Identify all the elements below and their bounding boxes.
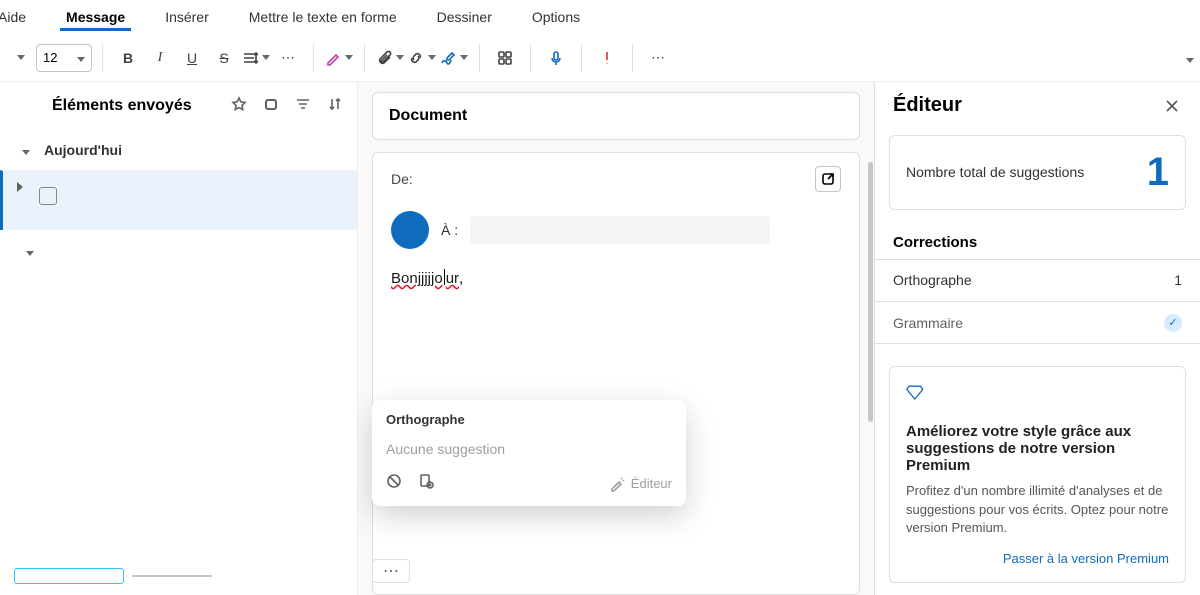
dictionary-add-icon: [418, 473, 434, 489]
main-area: Éléments envoyés Aujourd'hui Do: [0, 82, 1200, 595]
premium-promo: Améliorez votre style grâce aux suggesti…: [889, 366, 1186, 583]
compose-card: De: À : Bonjjjjjour,: [372, 152, 860, 595]
close-icon: [1164, 98, 1180, 114]
exclamation-icon: [599, 50, 615, 66]
pen-button[interactable]: [324, 42, 354, 74]
premium-cta-link[interactable]: Passer à la version Premium: [906, 551, 1169, 566]
tab-message[interactable]: Message: [60, 3, 131, 31]
line-spacing-icon: [242, 50, 258, 66]
font-face-dropdown[interactable]: [4, 42, 34, 74]
spelling-row[interactable]: Orthographe 1: [875, 259, 1200, 302]
pen-sparkle-icon: [609, 476, 625, 492]
pen-icon: [325, 50, 341, 66]
apps-icon: [497, 50, 513, 66]
editor-pane: Éditeur Nombre total de suggestions 1 Co…: [874, 82, 1200, 595]
popup-editor-label: Éditeur: [631, 476, 672, 491]
document-header: Document: [372, 92, 860, 140]
document-title: Document: [389, 107, 467, 125]
diamond-icon: [906, 383, 1169, 411]
grammar-label: Grammaire: [893, 315, 963, 331]
add-to-dictionary-button[interactable]: [418, 473, 434, 494]
ignore-icon: [386, 473, 402, 489]
group-today[interactable]: Aujourd'hui: [0, 130, 357, 170]
link-button[interactable]: [407, 42, 437, 74]
select-checkbox[interactable]: [39, 187, 57, 205]
popup-title: Orthographe: [386, 412, 672, 427]
no-suggestion-text: Aucune suggestion: [386, 441, 672, 457]
apps-button[interactable]: [490, 42, 520, 74]
reading-pane: Document De: À : Bonjjjjjour, Orthograph…: [358, 82, 874, 595]
tab-inserer[interactable]: Insérer: [159, 3, 215, 31]
spelling-count: 1: [1174, 272, 1182, 288]
avatar: [391, 211, 429, 249]
ribbon-tabs: Aide Message Insérer Mettre le texte en …: [0, 0, 1200, 34]
from-field[interactable]: [439, 165, 807, 193]
line-spacing-button[interactable]: [241, 42, 271, 74]
star-icon[interactable]: [231, 96, 247, 117]
attach-button[interactable]: [375, 42, 405, 74]
tab-format[interactable]: Mettre le texte en forme: [243, 3, 403, 31]
body-suffix: ,: [459, 270, 463, 287]
paperclip-icon: [376, 50, 392, 66]
italic-button[interactable]: I: [145, 42, 175, 74]
signature-icon: [440, 50, 456, 66]
font-size-value: 12: [43, 50, 57, 65]
tab-aide[interactable]: Aide: [0, 3, 32, 31]
message-item[interactable]: [0, 170, 357, 230]
popout-button[interactable]: [815, 166, 841, 192]
chevron-right-icon: [17, 179, 23, 197]
message-body[interactable]: Bonjjjjjour,: [373, 261, 859, 305]
tab-dessiner[interactable]: Dessiner: [431, 3, 498, 31]
draft-dash: [132, 575, 212, 577]
corrections-title: Corrections: [875, 216, 1200, 259]
tab-options[interactable]: Options: [526, 3, 586, 31]
total-suggestions-card[interactable]: Nombre total de suggestions 1: [889, 135, 1186, 210]
draft-pill: [14, 568, 124, 584]
folder-title: Éléments envoyés: [52, 97, 192, 115]
importance-button[interactable]: [592, 42, 622, 74]
draft-chip: [14, 565, 234, 587]
bold-button[interactable]: B: [113, 42, 143, 74]
filter-icon[interactable]: [295, 96, 311, 117]
scrollbar-thumb[interactable]: [868, 162, 873, 422]
message-list-pane: Éléments envoyés Aujourd'hui: [0, 82, 358, 595]
grammar-row[interactable]: Grammaire ✓: [875, 302, 1200, 345]
check-icon: ✓: [1164, 314, 1182, 332]
dictate-button[interactable]: [541, 42, 571, 74]
spelling-label: Orthographe: [893, 272, 972, 288]
promo-body: Profitez d'un nombre illimité d'analyses…: [906, 482, 1169, 537]
ignore-button[interactable]: [386, 473, 402, 494]
close-button[interactable]: [1162, 96, 1182, 116]
group-label: Aujourd'hui: [44, 142, 122, 158]
promo-headline: Améliorez votre style grâce aux suggesti…: [906, 423, 1169, 474]
layout-icon[interactable]: [263, 96, 279, 117]
from-label: De:: [391, 171, 431, 187]
total-count: 1: [1147, 150, 1169, 195]
more-pill-button[interactable]: ⋯: [372, 559, 410, 583]
strikethrough-button[interactable]: S: [209, 42, 239, 74]
underline-button[interactable]: U: [177, 42, 207, 74]
chevron-down-icon: [22, 243, 34, 261]
more-commands-button[interactable]: ⋯: [643, 42, 673, 74]
sort-icon[interactable]: [327, 96, 343, 117]
text-caret: [444, 269, 445, 285]
more-format-button[interactable]: ⋯: [273, 42, 303, 74]
chevron-down-icon: [73, 50, 85, 65]
group-collapsed[interactable]: [0, 230, 357, 274]
microphone-icon: [548, 50, 564, 66]
spell-popup: Orthographe Aucune suggestion Éditeur: [372, 400, 686, 506]
to-label: À :: [441, 222, 458, 238]
editor-title: Éditeur: [893, 94, 962, 117]
font-size-input[interactable]: 12: [36, 44, 92, 72]
ribbon-collapse-button[interactable]: [1182, 50, 1194, 68]
link-icon: [408, 50, 424, 66]
popout-icon: [820, 171, 836, 187]
misspelled-word[interactable]: Bonjjjjjour: [391, 269, 459, 287]
open-editor-button[interactable]: Éditeur: [609, 476, 672, 492]
chevron-down-icon: [18, 142, 30, 158]
to-field[interactable]: [470, 216, 770, 244]
signature-button[interactable]: [439, 42, 469, 74]
ribbon-toolbar: 12 B I U S ⋯ ⋯: [0, 34, 1200, 82]
total-label: Nombre total de suggestions: [906, 163, 1084, 181]
